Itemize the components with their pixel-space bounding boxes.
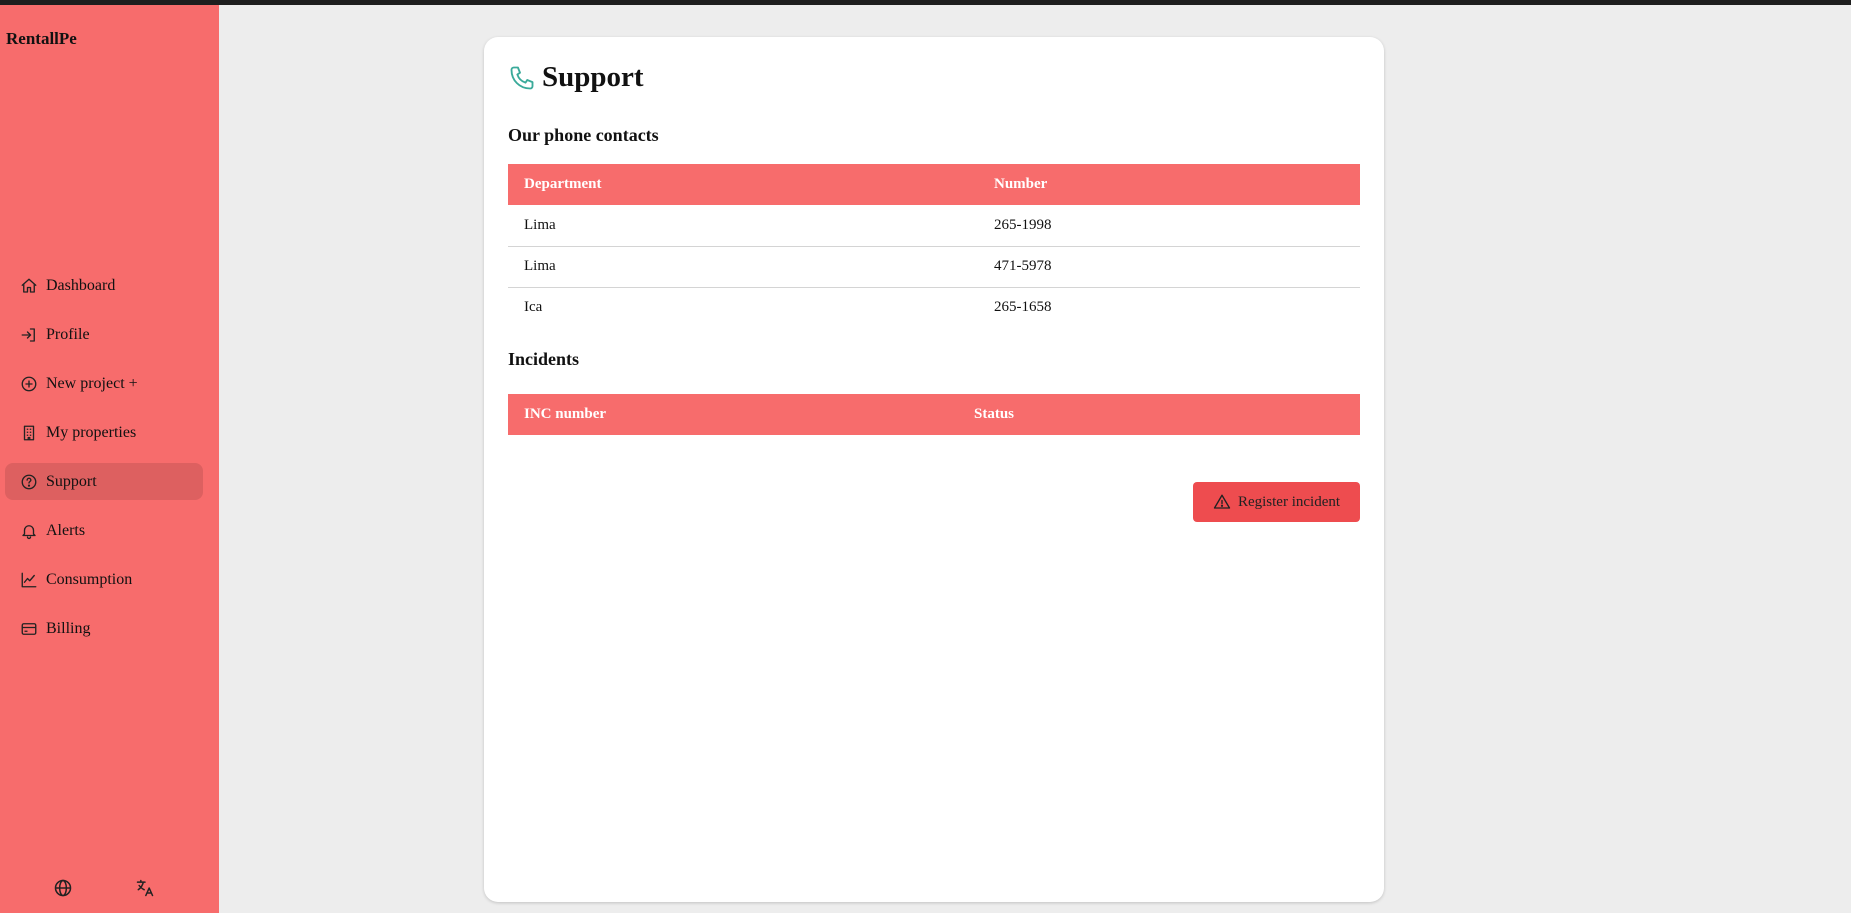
sidebar: RentallPe Dashboard Profile New project … [0, 5, 219, 913]
column-header-status: Status [958, 394, 1360, 435]
column-header-department: Department [508, 164, 978, 205]
table-row: Lima 265-1998 [508, 205, 1360, 247]
number-cell: 265-1658 [994, 299, 1052, 316]
register-incident-label: Register incident [1237, 493, 1341, 510]
phone-contacts-title: Our phone contacts [508, 125, 659, 145]
sidebar-item-label: Consumption [46, 570, 133, 588]
department-cell: Lima [508, 246, 978, 288]
sidebar-item-label: New project + [46, 374, 138, 392]
sidebar-item-alerts[interactable]: Alerts [5, 512, 203, 549]
home-icon [21, 278, 37, 293]
sidebar-item-profile[interactable]: Profile [5, 316, 203, 353]
page-title: Support [542, 61, 644, 93]
sidebar-item-label: Alerts [46, 521, 86, 539]
table-row: Lima 471-5978 [508, 246, 1360, 288]
globe-icon[interactable] [53, 878, 73, 898]
support-card: Support Our phone contacts Department Nu… [484, 37, 1384, 902]
table-header-row: INC number Status [508, 394, 1360, 435]
help-circle-icon [21, 474, 37, 489]
number-cell: 265-1998 [978, 205, 1360, 247]
sidebar-nav: Dashboard Profile New project + My prope… [5, 267, 203, 659]
register-incident-button[interactable]: Register incident [1193, 482, 1360, 522]
chart-line-icon [21, 572, 37, 587]
sidebar-item-label: Dashboard [46, 276, 116, 294]
login-icon [21, 327, 35, 342]
sidebar-item-billing[interactable]: Billing [5, 610, 203, 647]
sidebar-item-support[interactable]: Support [5, 463, 203, 500]
number-cell: 471-5978 [978, 246, 1360, 288]
brand-logo[interactable]: RentallPe [6, 29, 77, 49]
department-cell: Lima [508, 205, 978, 247]
building-icon [23, 425, 35, 440]
credit-card-icon [21, 622, 37, 635]
incidents-title: Incidents [508, 349, 580, 369]
language-icon[interactable] [135, 878, 155, 898]
sidebar-item-consumption[interactable]: Consumption [5, 561, 203, 598]
sidebar-footer [0, 873, 219, 903]
sidebar-item-my-properties[interactable]: My properties [5, 414, 203, 451]
alert-triangle-icon [1213, 494, 1231, 509]
incidents-table: INC number Status [508, 394, 1360, 435]
page-header: Support [508, 61, 644, 94]
window-top-bar [0, 0, 1851, 5]
sidebar-item-dashboard[interactable]: Dashboard [5, 267, 203, 304]
table-header-row: Department Number [508, 164, 1360, 205]
sidebar-item-label: My properties [46, 423, 137, 441]
plus-circle-icon [21, 376, 37, 391]
sidebar-item-label: Billing [46, 619, 91, 637]
phone-icon [510, 66, 534, 89]
column-header-number: Number [978, 164, 1360, 205]
bell-icon [22, 524, 36, 539]
department-cell: Ica [524, 299, 543, 316]
phone-contacts-table: Department Number Lima 265-1998 Lima 471… [508, 164, 1360, 328]
sidebar-item-new-project[interactable]: New project + [5, 365, 203, 402]
sidebar-item-label: Support [46, 472, 97, 490]
sidebar-item-label: Profile [46, 325, 90, 343]
table-row: Ica 265-1658 [508, 287, 1360, 328]
column-header-inc-number: INC number [508, 394, 958, 435]
